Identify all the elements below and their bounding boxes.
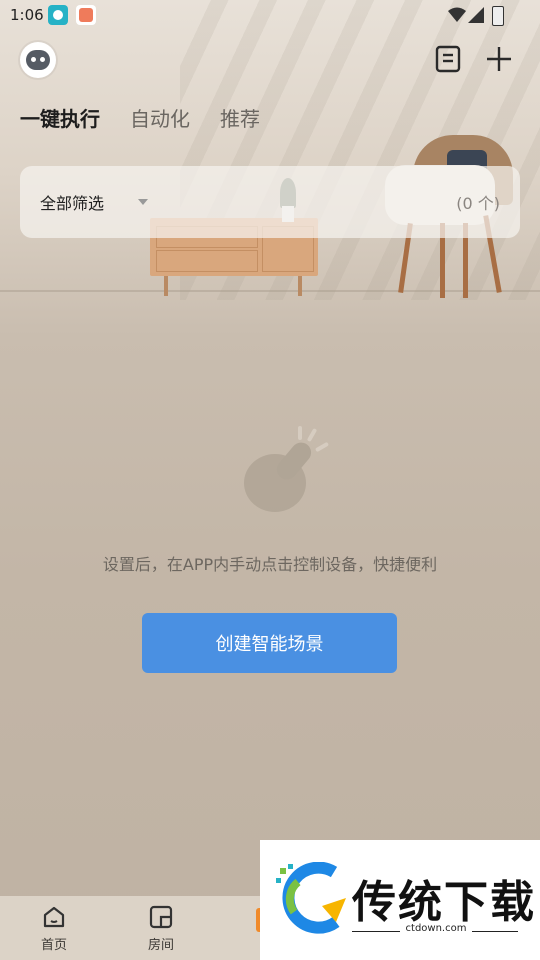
nav-item-home[interactable]: 首页 (24, 904, 84, 953)
filter-bar: 全部筛选 (0 个) (20, 166, 520, 238)
tab-recommend[interactable]: 推荐 (220, 102, 260, 136)
tab-automation[interactable]: 自动化 (130, 102, 190, 136)
scene-count: (0 个) (456, 194, 500, 213)
watermark-logo (276, 862, 346, 934)
watermark-title: 传统下载 (352, 877, 536, 928)
watermark: 传统下载 ctdown.com (260, 840, 540, 960)
avatar[interactable] (20, 42, 56, 78)
room-background (0, 0, 540, 960)
tab-one-click[interactable]: 一键执行 (20, 102, 100, 136)
notification-app-icon (48, 5, 68, 25)
room-icon (149, 905, 173, 929)
nav-label-room: 房间 (147, 938, 174, 953)
create-scene-button[interactable]: 创建智能场景 (142, 613, 397, 673)
watermark-url: ctdown.com (405, 923, 467, 934)
battery-icon (492, 6, 504, 26)
add-icon[interactable] (484, 44, 514, 74)
signal-icon (468, 7, 484, 23)
home-icon (43, 906, 65, 928)
tap-hand-illustration (238, 426, 333, 518)
scene-tabs: 一键执行 自动化 推荐 (20, 102, 260, 136)
nav-item-room[interactable]: 房间 (131, 904, 191, 953)
chevron-down-icon[interactable] (138, 199, 148, 205)
document-icon[interactable] (434, 45, 462, 73)
watermark-divider-right (472, 931, 518, 932)
status-time: 1:06 (10, 6, 44, 24)
filter-dropdown[interactable]: 全部筛选 (40, 190, 104, 214)
notification-health-icon (76, 5, 96, 25)
watermark-divider-left (352, 931, 400, 932)
wifi-icon (448, 7, 466, 22)
nav-label-home: 首页 (40, 938, 67, 953)
status-bar: 1:06 (0, 0, 540, 30)
empty-state-message: 设置后，在APP内手动点击控制设备，快捷便利 (102, 555, 438, 574)
